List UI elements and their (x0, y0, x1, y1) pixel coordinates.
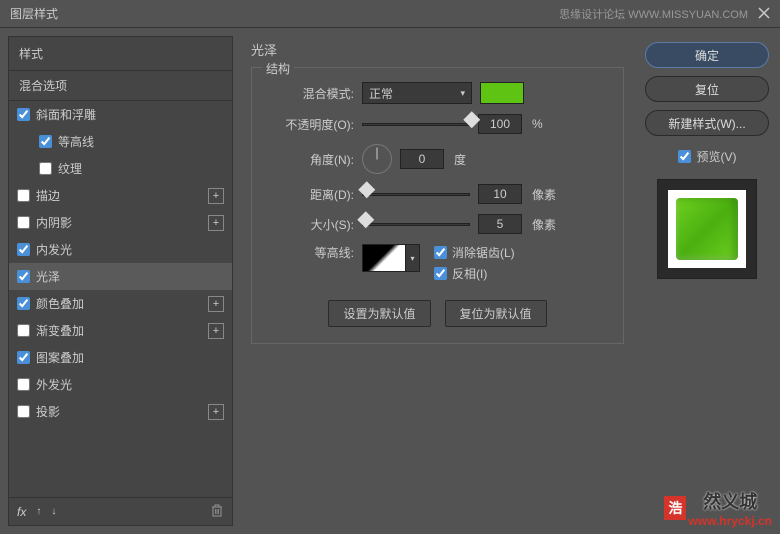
opacity-slider[interactable] (362, 117, 470, 131)
antialias-row[interactable]: 消除锯齿(L) (434, 244, 515, 261)
style-item[interactable]: 外发光 (9, 371, 232, 398)
close-icon[interactable] (758, 6, 770, 22)
ok-button[interactable]: 确定 (645, 42, 769, 68)
preview-row[interactable]: 预览(V) (678, 148, 737, 165)
distance-input[interactable] (478, 184, 522, 204)
arrow-up-icon[interactable]: ↑ (36, 506, 41, 517)
styles-footer: fx ↑ ↓ (9, 497, 232, 525)
style-checkbox[interactable] (17, 378, 30, 391)
distance-unit: 像素 (532, 186, 556, 203)
style-checkbox[interactable] (17, 270, 30, 283)
style-checkbox[interactable] (39, 162, 52, 175)
style-label: 斜面和浮雕 (36, 106, 224, 123)
titlebar-watermark: 思缘设计论坛 WWW.MISSYUAN.COM (559, 6, 748, 22)
add-effect-button[interactable]: + (208, 215, 224, 231)
antialias-label: 消除锯齿(L) (452, 244, 515, 261)
style-label: 描边 (36, 187, 202, 204)
style-item[interactable]: 投影 + (9, 398, 232, 425)
preview-box (657, 179, 757, 279)
section-title: 光泽 (251, 40, 624, 59)
arrow-down-icon[interactable]: ↓ (51, 506, 56, 517)
style-label: 图案叠加 (36, 349, 224, 366)
size-label: 大小(S): (264, 216, 354, 233)
style-item[interactable]: 图案叠加 (9, 344, 232, 371)
color-swatch[interactable] (480, 82, 524, 104)
set-default-button[interactable]: 设置为默认值 (328, 300, 430, 327)
style-label: 内发光 (36, 241, 224, 258)
style-label: 投影 (36, 403, 202, 420)
style-item[interactable]: 内发光 (9, 236, 232, 263)
style-checkbox[interactable] (17, 297, 30, 310)
style-checkbox[interactable] (17, 405, 30, 418)
angle-dial[interactable] (362, 144, 392, 174)
contour-label: 等高线: (264, 244, 354, 261)
style-label: 外发光 (36, 376, 224, 393)
window-title: 图层样式 (10, 5, 58, 22)
reset-default-button[interactable]: 复位为默认值 (445, 300, 547, 327)
style-checkbox[interactable] (17, 216, 30, 229)
right-panel: 确定 复位 新建样式(W)... 预览(V) (642, 36, 772, 526)
style-item[interactable]: 等高线 (9, 128, 232, 155)
style-label: 等高线 (58, 133, 224, 150)
style-item[interactable]: 纹理 (9, 155, 232, 182)
angle-label: 角度(N): (264, 151, 354, 168)
angle-input[interactable] (400, 149, 444, 169)
style-item[interactable]: 渐变叠加 + (9, 317, 232, 344)
chevron-down-icon: ▾ (460, 88, 465, 99)
titlebar: 图层样式 思缘设计论坛 WWW.MISSYUAN.COM (0, 0, 780, 28)
preview-checkbox[interactable] (678, 150, 691, 163)
styles-panel: 样式 混合选项 斜面和浮雕等高线纹理描边 + 内阴影 + 内发光光泽颜色叠加 + 渐变叠加 +… (8, 36, 233, 526)
style-checkbox[interactable] (17, 243, 30, 256)
size-input[interactable] (478, 214, 522, 234)
structure-legend: 结构 (262, 60, 294, 77)
distance-label: 距离(D): (264, 186, 354, 203)
add-effect-button[interactable]: + (208, 323, 224, 339)
blend-mode-label: 混合模式: (264, 85, 354, 102)
add-effect-button[interactable]: + (208, 296, 224, 312)
preview-label: 预览(V) (697, 148, 737, 165)
style-checkbox[interactable] (17, 324, 30, 337)
style-checkbox[interactable] (17, 351, 30, 364)
style-label: 光泽 (36, 268, 224, 285)
invert-checkbox[interactable] (434, 267, 447, 280)
add-effect-button[interactable]: + (208, 188, 224, 204)
cancel-button[interactable]: 复位 (645, 76, 769, 102)
style-checkbox[interactable] (39, 135, 52, 148)
add-effect-button[interactable]: + (208, 404, 224, 420)
style-list: 斜面和浮雕等高线纹理描边 + 内阴影 + 内发光光泽颜色叠加 + 渐变叠加 + 图案叠加外发光投… (9, 101, 232, 497)
opacity-unit: % (532, 117, 543, 131)
angle-unit: 度 (454, 151, 466, 168)
opacity-label: 不透明度(O): (264, 116, 354, 133)
size-unit: 像素 (532, 216, 556, 233)
blend-options[interactable]: 混合选项 (9, 71, 232, 101)
contour-dropdown[interactable]: ▾ (406, 244, 420, 272)
style-label: 渐变叠加 (36, 322, 202, 339)
contour-picker[interactable] (362, 244, 406, 272)
antialias-checkbox[interactable] (434, 246, 447, 259)
opacity-input[interactable] (478, 114, 522, 134)
style-label: 颜色叠加 (36, 295, 202, 312)
style-checkbox[interactable] (17, 189, 30, 202)
invert-label: 反相(I) (452, 265, 487, 282)
style-item[interactable]: 光泽 (9, 263, 232, 290)
blend-mode-value: 正常 (369, 85, 393, 102)
distance-slider[interactable] (362, 187, 470, 201)
blend-mode-select[interactable]: 正常 ▾ (362, 82, 472, 104)
style-item[interactable]: 内阴影 + (9, 209, 232, 236)
style-item[interactable]: 描边 + (9, 182, 232, 209)
structure-fieldset: 结构 混合模式: 正常 ▾ 不透明度(O): % 角度(N): (251, 67, 624, 344)
style-label: 纹理 (58, 160, 224, 177)
settings-panel: 光泽 结构 混合模式: 正常 ▾ 不透明度(O): % 角度(N): (241, 36, 634, 526)
styles-header: 样式 (9, 37, 232, 71)
invert-row[interactable]: 反相(I) (434, 265, 515, 282)
style-checkbox[interactable] (17, 108, 30, 121)
style-label: 内阴影 (36, 214, 202, 231)
style-item[interactable]: 斜面和浮雕 (9, 101, 232, 128)
new-style-button[interactable]: 新建样式(W)... (645, 110, 769, 136)
fx-label[interactable]: fx (17, 505, 26, 519)
trash-icon[interactable] (210, 503, 224, 520)
size-slider[interactable] (362, 217, 470, 231)
style-item[interactable]: 颜色叠加 + (9, 290, 232, 317)
